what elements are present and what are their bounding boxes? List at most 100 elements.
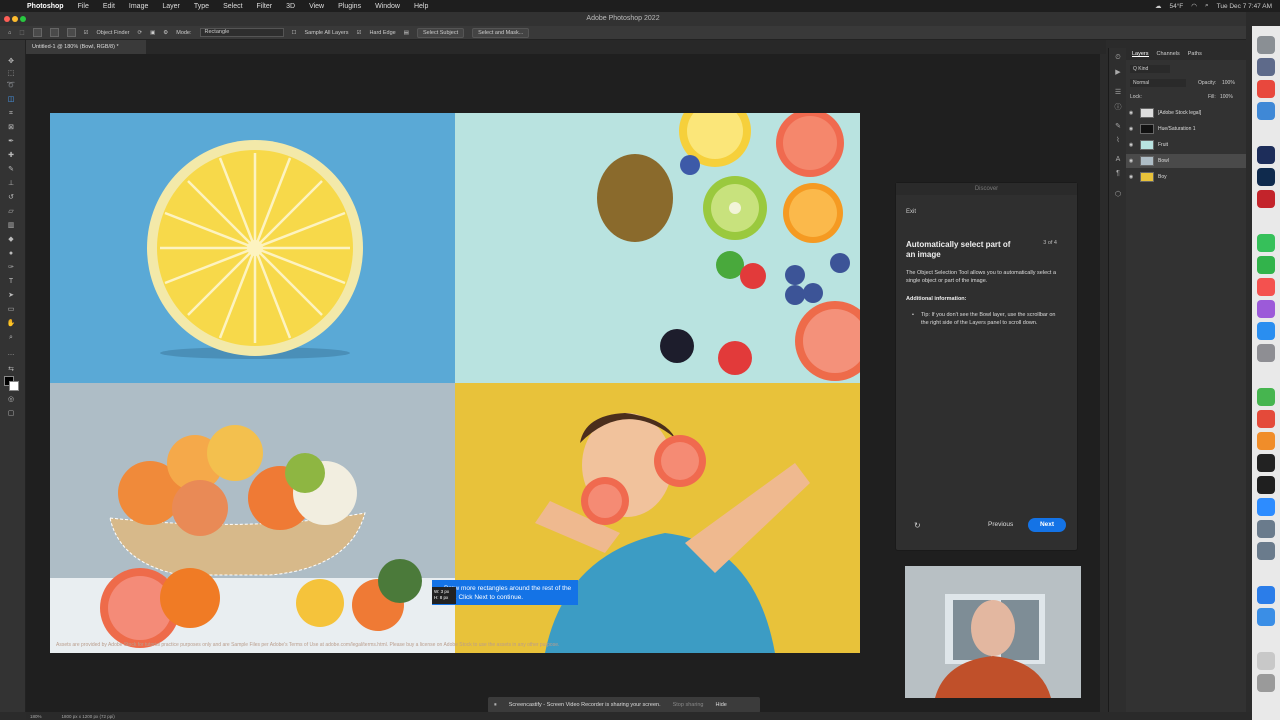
search-icon[interactable]: ⌕	[1205, 2, 1209, 10]
screen-mode-icon[interactable]: ▢	[6, 410, 16, 418]
hard-edge-checkbox[interactable]: ☑	[357, 30, 362, 36]
quick-mask-icon[interactable]: ◎	[6, 396, 16, 404]
menu-help[interactable]: Help	[407, 3, 435, 10]
fill-value[interactable]: 100%	[1220, 94, 1233, 100]
blend-mode-select[interactable]: Normal	[1130, 79, 1186, 87]
3d-icon[interactable]: ⬡	[1113, 190, 1123, 198]
show-objects-icon[interactable]: ▣	[150, 30, 155, 36]
more-tools-icon[interactable]: …	[6, 350, 16, 358]
marquee-tool-icon[interactable]: ⬚	[6, 70, 16, 78]
visibility-eye-icon[interactable]: ◉	[1126, 142, 1136, 148]
info-icon[interactable]: ⓘ	[1113, 102, 1123, 111]
eraser-tool-icon[interactable]: ▱	[6, 208, 16, 216]
stop-sharing-button[interactable]: Stop sharing	[673, 702, 704, 708]
safari-icon[interactable]	[1257, 102, 1275, 120]
layer-row[interactable]: ◉ Fruit	[1126, 138, 1246, 152]
pen-app-icon[interactable]	[1257, 454, 1275, 472]
eyedropper-tool-icon[interactable]: ✒	[6, 138, 16, 146]
system-preferences-icon[interactable]	[1257, 344, 1275, 362]
podcasts-icon[interactable]	[1257, 300, 1275, 318]
tab-layers[interactable]: Layers	[1132, 51, 1149, 57]
swap-colors-icon[interactable]: ⇆	[6, 366, 16, 374]
character-icon[interactable]: A	[1113, 156, 1123, 164]
menu-3d[interactable]: 3D	[279, 3, 302, 10]
opacity-value[interactable]: 100%	[1222, 80, 1235, 86]
history-icon[interactable]: ⏲	[1113, 54, 1123, 62]
paragraph-icon[interactable]: ¶	[1113, 170, 1123, 178]
actions-icon[interactable]: ▶	[1113, 68, 1123, 76]
menu-window[interactable]: Window	[368, 3, 407, 10]
tab-channels[interactable]: Channels	[1157, 51, 1180, 57]
menu-type[interactable]: Type	[187, 3, 216, 10]
select-and-mask-button[interactable]: Select and Mask...	[472, 27, 530, 38]
shape-tool-icon[interactable]: ▭	[6, 306, 16, 314]
menu-plugins[interactable]: Plugins	[331, 3, 368, 10]
mode-select[interactable]: Rectangle	[199, 28, 284, 37]
acrobat-icon[interactable]	[1257, 190, 1275, 208]
zoom-app-icon[interactable]	[1257, 498, 1275, 516]
menu-select[interactable]: Select	[216, 3, 249, 10]
pen-tool-icon[interactable]: ✑	[6, 264, 16, 272]
select-subject-button[interactable]: Select Subject	[416, 27, 465, 38]
layer-filter-kind[interactable]: Q Kind	[1130, 65, 1170, 73]
layer-row[interactable]: ◉ Hue/Saturation 1	[1126, 122, 1246, 136]
chrome-icon[interactable]	[1257, 80, 1275, 98]
type-tool-icon[interactable]: T	[6, 278, 16, 286]
drive-icon[interactable]	[1257, 586, 1275, 604]
crop-tool-icon[interactable]: ⌗	[6, 110, 16, 118]
menu-edit[interactable]: Edit	[96, 3, 122, 10]
layer-row[interactable]: ◉ [Adobe Stock legal]	[1126, 106, 1246, 120]
screencastify-icon[interactable]	[1257, 388, 1275, 406]
creative-app-icon[interactable]	[1257, 476, 1275, 494]
home-icon[interactable]: ⌂	[8, 30, 11, 36]
launchpad-icon[interactable]	[1257, 58, 1275, 76]
music-icon[interactable]	[1257, 278, 1275, 296]
stamp-tool-icon[interactable]: ⊥	[6, 180, 16, 188]
menu-file[interactable]: File	[71, 3, 96, 10]
subtract-selection-icon[interactable]	[66, 28, 76, 37]
history-brush-icon[interactable]: ↺	[6, 194, 16, 202]
previous-button[interactable]: Previous	[988, 521, 1013, 528]
folder-icon[interactable]	[1257, 608, 1275, 626]
books-icon[interactable]	[1257, 432, 1275, 450]
move-tool-icon[interactable]: ✥	[6, 58, 16, 66]
dodge-tool-icon[interactable]: ●	[6, 250, 16, 258]
wifi-icon[interactable]: ◠	[1191, 2, 1197, 10]
healing-tool-icon[interactable]: ✚	[6, 152, 16, 160]
layers-icon[interactable]: ▤	[404, 30, 409, 36]
messages-icon[interactable]	[1257, 234, 1275, 252]
menu-view[interactable]: View	[302, 3, 331, 10]
menu-photoshop[interactable]: Photoshop	[20, 3, 71, 10]
lasso-tool-icon[interactable]: ➰	[6, 82, 16, 90]
exit-link[interactable]: Exit	[906, 209, 916, 215]
reset-step-icon[interactable]: ↻	[914, 521, 921, 530]
document-canvas[interactable]	[50, 95, 875, 653]
app-icon[interactable]	[1257, 542, 1275, 560]
add-selection-icon[interactable]	[49, 28, 59, 37]
menu-filter[interactable]: Filter	[250, 3, 280, 10]
settings-gear-icon[interactable]: ⚙	[163, 30, 168, 36]
document-icon[interactable]	[1257, 652, 1275, 670]
visibility-eye-icon[interactable]: ◉	[1126, 126, 1136, 132]
weather-icon[interactable]: ☁	[1155, 2, 1162, 10]
visibility-eye-icon[interactable]: ◉	[1126, 174, 1136, 180]
visibility-eye-icon[interactable]: ◉	[1126, 158, 1136, 164]
tab-paths[interactable]: Paths	[1188, 51, 1202, 57]
path-selection-icon[interactable]: ➤	[6, 292, 16, 300]
menu-image[interactable]: Image	[122, 3, 155, 10]
next-button[interactable]: Next	[1028, 518, 1066, 532]
tool-preset-icon[interactable]: ⬚	[19, 30, 24, 36]
frame-tool-icon[interactable]: ⊠	[6, 124, 16, 132]
document-tab[interactable]: Untitled-1 @ 180% (Bowl, RGB/8) *	[26, 40, 146, 54]
facetime-icon[interactable]	[1257, 256, 1275, 274]
brush-settings-icon[interactable]: ✎	[1113, 122, 1123, 130]
app-icon[interactable]	[1257, 410, 1275, 428]
zoom-tool-icon[interactable]: ⌕	[6, 334, 16, 342]
menu-layer[interactable]: Layer	[155, 3, 187, 10]
object-finder-checkbox[interactable]: ☑	[84, 30, 89, 36]
background-color-swatch[interactable]	[9, 381, 19, 391]
new-selection-icon[interactable]	[32, 28, 42, 37]
brush-tool-icon[interactable]: ✎	[6, 166, 16, 174]
sample-all-layers-checkbox[interactable]: ☐	[292, 30, 297, 36]
finder-icon[interactable]	[1257, 36, 1275, 54]
